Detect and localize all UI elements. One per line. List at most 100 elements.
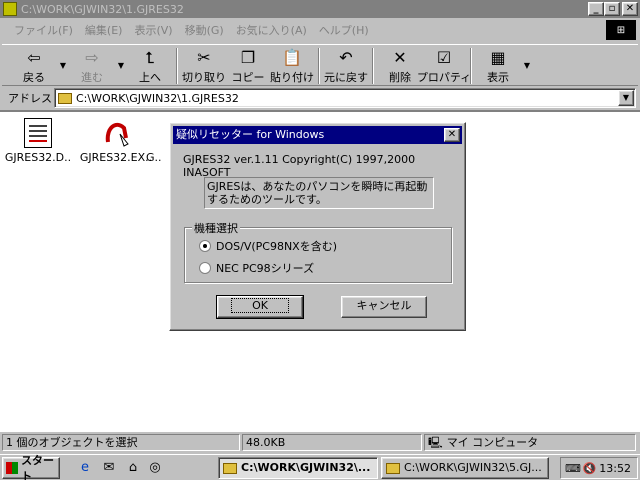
file-label: G..: [146, 151, 162, 164]
forward-arrow-icon: ⇨: [85, 48, 99, 67]
paste-button[interactable]: 📋 貼り付け: [270, 45, 314, 85]
window-titlebar[interactable]: C:\WORK\GJWIN32\1.GJRES32 _ ▫ ✕: [0, 0, 640, 18]
undo-button[interactable]: ↶ 元に戻す: [324, 45, 368, 85]
toolbar-separator: [318, 48, 320, 84]
model-select-group: 機種選択 DOS/V(PC98NXを含む) NEC PC98シリーズ: [184, 220, 452, 283]
system-tray: ⌨ 🔇 13:52: [560, 457, 638, 479]
minimize-button[interactable]: _: [588, 2, 604, 16]
address-value[interactable]: C:\WORK\GJWIN32\1.GJRES32: [76, 92, 239, 105]
radio-label: DOS/V(PC98NXを含む): [216, 240, 337, 253]
dialog-titlebar[interactable]: 疑似リセッター for Windows ✕: [173, 126, 462, 144]
file-item[interactable]: GJRES32.EX..: [78, 118, 154, 164]
close-button[interactable]: ✕: [622, 2, 638, 16]
paste-icon: 📋: [282, 48, 302, 67]
dialog-title: 疑似リセッター for Windows: [176, 128, 325, 141]
volume-icon[interactable]: 🔇: [583, 462, 597, 475]
toolbar-separator: [176, 48, 178, 84]
dialog-description: GJRESは、あなたのパソコンを瞬時に再起動 するためのツールです。: [204, 177, 434, 209]
file-label: GJRES32.EX..: [79, 151, 153, 164]
menu-help[interactable]: ヘルプ(H): [313, 22, 375, 38]
description-line: GJRESは、あなたのパソコンを瞬時に再起動: [207, 180, 428, 193]
outlook-icon[interactable]: ✉: [100, 459, 118, 477]
radio-button[interactable]: [199, 240, 211, 252]
toolbar-separator: [470, 48, 472, 84]
back-button[interactable]: ⇦ 戻る: [12, 45, 56, 85]
start-button[interactable]: スタート: [2, 454, 60, 480]
file-label: GJRES32.D..: [4, 151, 72, 164]
forward-dropdown-icon[interactable]: ▼: [114, 45, 128, 85]
toolbar: ⇦ 戻る ▼ ⇨ 進む ▼ ⮤ 上へ ✂ 切り取り ❐ コピー 📋 貼り付け ↶…: [2, 44, 638, 86]
menu-favorites[interactable]: お気に入り(A): [230, 22, 313, 38]
view-grid-icon: ▦: [490, 48, 506, 67]
status-bar: 1 個のオブジェクトを選択 48.0KB 🖳 マイ コンピュータ: [0, 433, 640, 452]
ok-label: OK: [231, 298, 289, 313]
folder-icon: [58, 92, 72, 104]
toolbar-separator: [372, 48, 374, 84]
window-title: C:\WORK\GJWIN32\1.GJRES32: [21, 2, 184, 16]
delete-x-icon: ✕: [393, 48, 407, 67]
file-icon: [146, 118, 166, 148]
ime-icon[interactable]: ⌨: [565, 462, 581, 475]
delete-button[interactable]: ✕ 削除: [378, 45, 422, 85]
view-dropdown-icon[interactable]: ▼: [520, 45, 534, 85]
status-size: 48.0KB: [242, 434, 422, 451]
properties-button[interactable]: ☑ プロパティ: [417, 45, 471, 85]
exe-icon: [102, 118, 130, 148]
menu-edit[interactable]: 編集(E): [79, 22, 129, 38]
folder-icon: [223, 462, 237, 474]
folder-icon: [386, 462, 400, 474]
undo-icon: ↶: [339, 48, 353, 67]
file-item[interactable]: G..: [146, 118, 166, 164]
desktop-icon[interactable]: ⌂: [124, 459, 142, 477]
back-dropdown-icon[interactable]: ▼: [56, 45, 70, 85]
cancel-button[interactable]: キャンセル: [341, 296, 427, 318]
up-button[interactable]: ⮤ 上へ: [128, 45, 172, 85]
status-zone-label: マイ コンピュータ: [446, 436, 539, 449]
radio-pc98[interactable]: NEC PC98シリーズ: [199, 260, 314, 276]
menu-go[interactable]: 移動(G): [179, 22, 230, 38]
reset-dialog: 疑似リセッター for Windows ✕ GJRES32 ver.1.11 C…: [169, 122, 466, 331]
folder-icon: [3, 2, 17, 16]
radio-button[interactable]: [199, 262, 211, 274]
file-item[interactable]: GJRES32.D..: [0, 118, 76, 164]
windows-logo-icon: [6, 462, 19, 474]
maximize-button[interactable]: ▫: [604, 2, 620, 16]
copy-button[interactable]: ❐ コピー: [226, 45, 270, 85]
clock[interactable]: 13:52: [599, 462, 631, 475]
menu-view[interactable]: 表示(V): [128, 22, 178, 38]
address-dropdown-button[interactable]: ▼: [618, 90, 634, 106]
taskbar: スタート e ✉ ⌂ ◎ C:\WORK\GJWIN32\... C:\WORK…: [0, 454, 640, 480]
cut-button[interactable]: ✂ 切り取り: [182, 45, 226, 85]
scissors-icon: ✂: [197, 48, 211, 67]
document-icon: [24, 118, 52, 148]
address-label: アドレス: [8, 92, 52, 105]
description-line: するためのツールです。: [207, 193, 327, 206]
address-bar: アドレス C:\WORK\GJWIN32\1.GJRES32 ▼: [2, 88, 638, 108]
windows-logo-icon: ⊞: [606, 20, 636, 40]
menu-bar: ファイル(F) 編集(E) 表示(V) 移動(G) お気に入り(A) ヘルプ(H…: [0, 20, 640, 40]
ok-button[interactable]: OK: [216, 295, 304, 319]
status-zone: 🖳 マイ コンピュータ: [424, 434, 636, 451]
address-input[interactable]: C:\WORK\GJWIN32\1.GJRES32 ▼: [54, 88, 636, 108]
properties-icon: ☑: [436, 48, 452, 67]
menu-file[interactable]: ファイル(F): [8, 22, 79, 38]
taskbar-task[interactable]: C:\WORK\GJWIN32\...: [218, 457, 378, 479]
radio-label: NEC PC98シリーズ: [216, 262, 315, 275]
status-selection: 1 個のオブジェクトを選択: [2, 434, 240, 451]
task-label: C:\WORK\GJWIN32\...: [241, 461, 371, 474]
computer-icon: 🖳: [428, 436, 443, 449]
dialog-close-button[interactable]: ✕: [444, 128, 460, 142]
taskbar-task[interactable]: C:\WORK\GJWIN32\5.GJ...: [381, 457, 549, 479]
internet-explorer-icon[interactable]: e: [76, 459, 94, 477]
radio-dosv[interactable]: DOS/V(PC98NXを含む): [199, 238, 337, 254]
task-label: C:\WORK\GJWIN32\5.GJ...: [404, 461, 542, 474]
dialog-version: GJRES32 ver.1.11 Copyright(C) 1997,2000 …: [183, 153, 416, 179]
group-label: 機種選択: [192, 220, 240, 236]
forward-button[interactable]: ⇨ 進む: [70, 45, 114, 85]
channels-icon[interactable]: ◎: [146, 459, 164, 477]
back-arrow-icon: ⇦: [27, 48, 41, 67]
start-label: スタート: [21, 454, 55, 480]
copy-icon: ❐: [240, 48, 256, 67]
up-folder-icon: ⮤: [145, 48, 155, 67]
view-button[interactable]: ▦ 表示: [476, 45, 520, 85]
